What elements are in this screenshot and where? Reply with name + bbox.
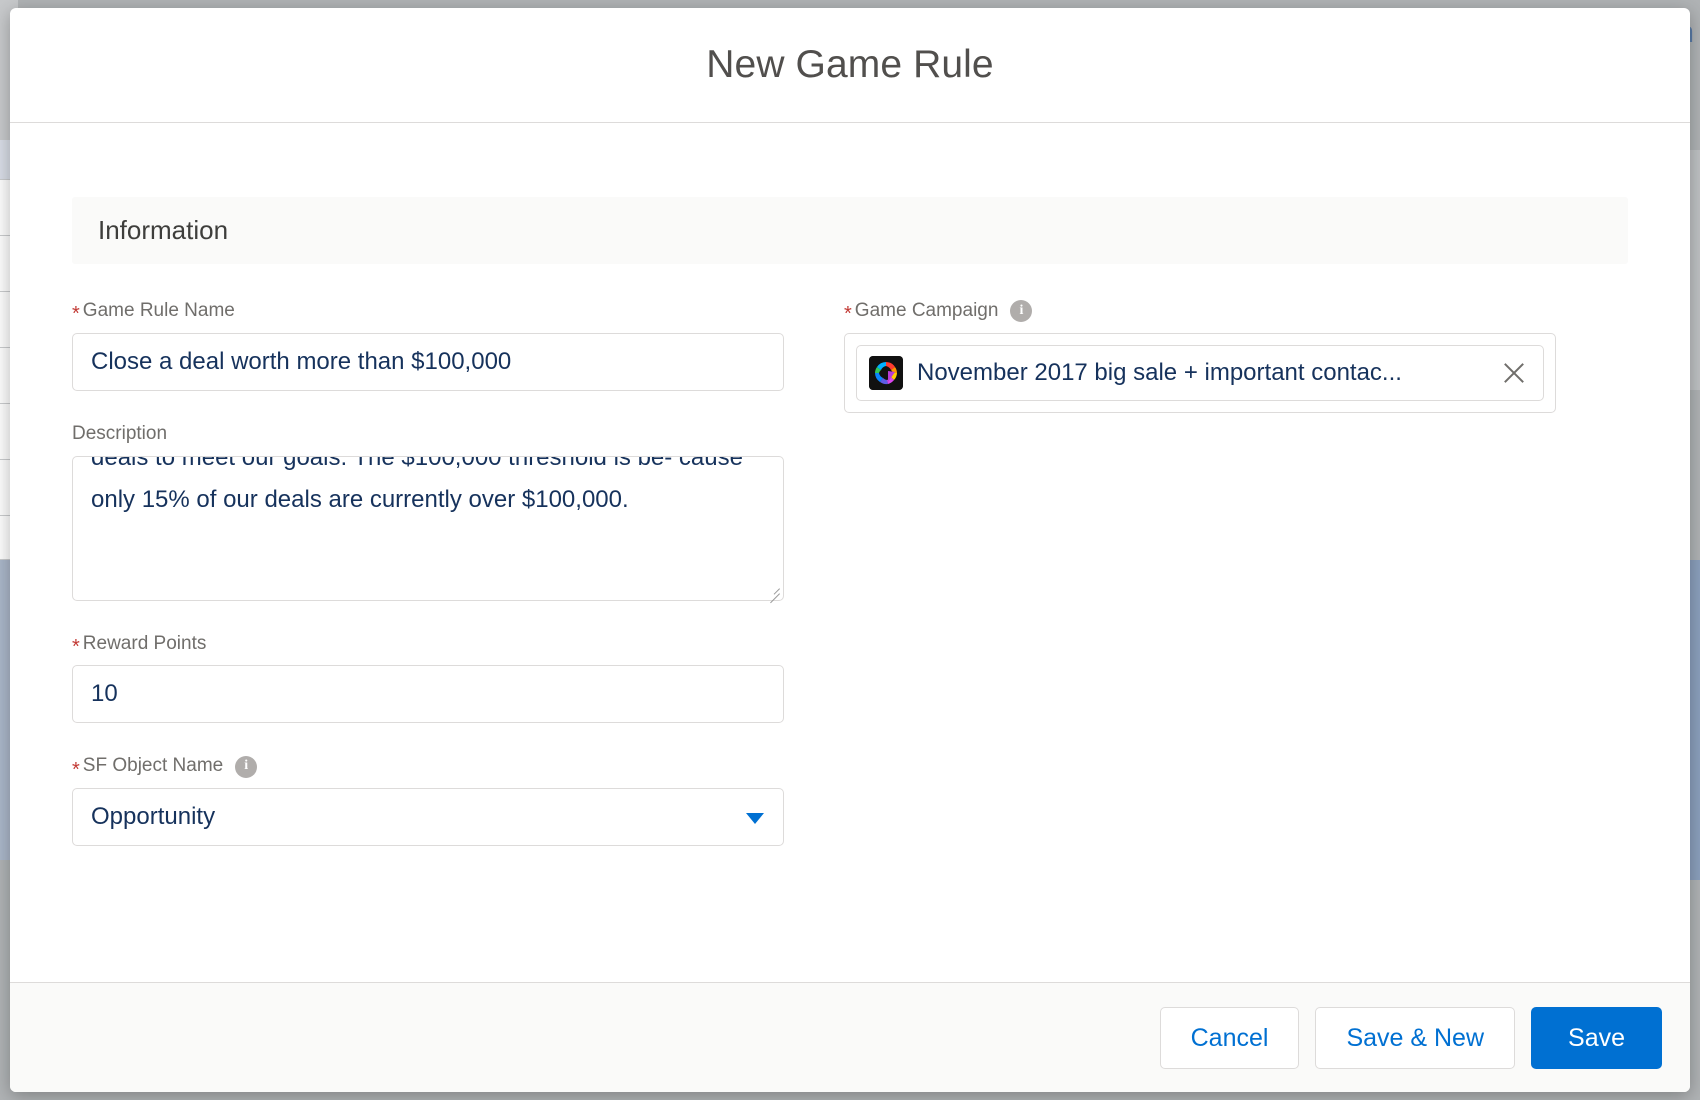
save-new-button[interactable]: Save & New	[1315, 1006, 1516, 1069]
info-icon[interactable]: i	[1010, 300, 1033, 323]
cancel-button[interactable]: Cancel	[1159, 1006, 1300, 1069]
label-text: Game Campaign	[854, 300, 999, 321]
label-text: Description	[72, 422, 168, 444]
field-reward-points: * Reward Points	[72, 633, 784, 724]
info-icon[interactable]: i	[235, 755, 258, 778]
modal-header: New Game Rule	[10, 8, 1690, 123]
reward-points-input[interactable]	[72, 665, 784, 724]
form-grid: * Game Rule Name Description deals to me…	[72, 300, 1628, 878]
label-text: Game Rule Name	[82, 300, 235, 321]
form-column-left: * Game Rule Name Description deals to me…	[72, 300, 784, 878]
game-rule-name-label: * Game Rule Name	[72, 300, 784, 326]
field-game-rule-name: * Game Rule Name	[72, 300, 784, 391]
sf-object-name-select-wrap: Opportunity	[72, 788, 784, 847]
game-campaign-pill[interactable]: November 2017 big sale + important conta…	[856, 344, 1544, 401]
description-scroll-viewport: deals to meet our goals. The $100,000 th…	[73, 457, 783, 600]
new-game-rule-modal: New Game Rule Information * Game Rule Na…	[10, 8, 1690, 1092]
field-game-campaign: * Game Campaign i November 2017 big sale…	[844, 300, 1556, 413]
game-rule-name-input[interactable]	[72, 332, 784, 391]
label-text: SF Object Name	[82, 755, 224, 777]
required-asterisk-icon: *	[844, 303, 852, 326]
label-text: Reward Points	[82, 632, 207, 654]
game-campaign-label: * Game Campaign i	[844, 300, 1556, 326]
close-icon[interactable]	[1499, 358, 1529, 388]
description-textarea-value: deals to meet our goals. The $100,000 th…	[91, 456, 743, 513]
information-section-header: Information	[72, 197, 1628, 264]
required-asterisk-icon: *	[72, 635, 80, 658]
description-label: Description	[72, 423, 784, 446]
page-title: New Game Rule	[706, 43, 994, 86]
required-asterisk-icon: *	[72, 758, 80, 781]
modal-body: Information * Game Rule Name Description	[10, 123, 1690, 982]
field-sf-object-name: * SF Object Name i Opportunity	[72, 755, 784, 847]
sf-object-name-select[interactable]: Opportunity	[72, 788, 784, 847]
required-asterisk-icon: *	[72, 303, 80, 326]
reward-points-label: * Reward Points	[72, 632, 784, 658]
description-textarea-wrap[interactable]: deals to meet our goals. The $100,000 th…	[72, 455, 784, 603]
save-button[interactable]: Save	[1531, 1006, 1662, 1069]
field-description: Description deals to meet our goals. The…	[72, 423, 784, 603]
sf-object-name-label: * SF Object Name i	[72, 755, 784, 781]
campaign-avatar-icon	[869, 355, 903, 390]
section-title: Information	[98, 215, 229, 245]
game-campaign-lookup[interactable]: November 2017 big sale + important conta…	[844, 332, 1556, 413]
modal-footer: Cancel Save & New Save	[10, 982, 1690, 1092]
game-campaign-pill-label: November 2017 big sale + important conta…	[917, 358, 1402, 386]
form-column-right: * Game Campaign i November 2017 big sale…	[844, 300, 1556, 878]
